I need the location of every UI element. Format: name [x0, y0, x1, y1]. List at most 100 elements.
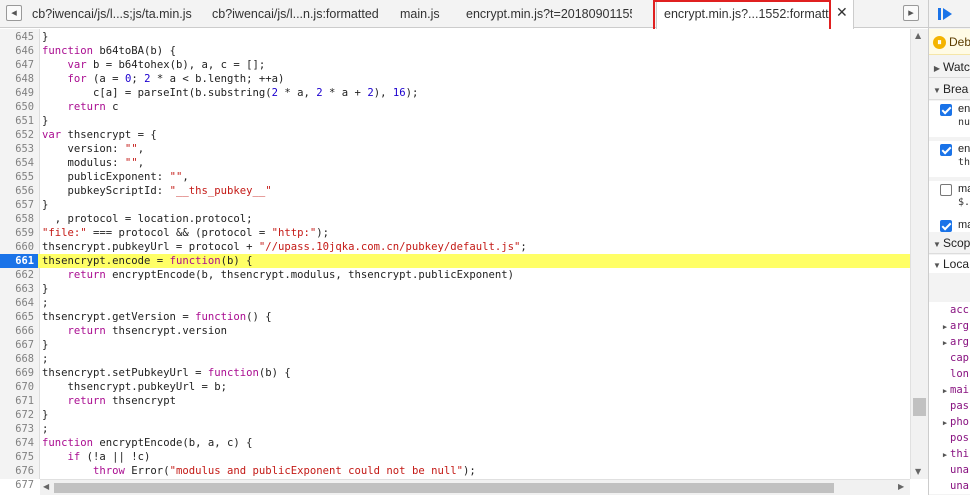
scope-variable-name: mai	[950, 384, 969, 396]
line-number[interactable]: 645	[0, 30, 38, 44]
breakpoint-file: ma	[958, 219, 970, 231]
scope-variable[interactable]: cap	[929, 350, 970, 366]
close-tab-icon[interactable]: ✕	[836, 0, 848, 26]
scope-variable[interactable]: ▶ arg	[929, 334, 970, 350]
code-line: 664;	[0, 296, 910, 310]
scope-variable[interactable]: pas	[929, 398, 970, 414]
breakpoint-file: ma	[958, 183, 970, 195]
scope-variable[interactable]: lon	[929, 366, 970, 382]
code-line: 659 "file:" === protocol && (protocol = "…	[0, 226, 910, 240]
line-number[interactable]: 671	[0, 394, 38, 408]
code-text: var thsencrypt = {	[42, 129, 157, 141]
local-scope-header[interactable]: ▼ Loca	[929, 255, 970, 273]
breakpoint-checkbox[interactable]	[940, 144, 952, 156]
line-number[interactable]: 673	[0, 422, 38, 436]
line-number[interactable]: 664	[0, 296, 38, 310]
line-number[interactable]: 668	[0, 352, 38, 366]
expanded-arrow-icon: ▼	[933, 86, 941, 95]
code-text: }	[42, 31, 49, 43]
line-number[interactable]: 661	[0, 254, 38, 268]
watch-section-header[interactable]: ▶ Watc	[929, 56, 970, 78]
code-line: 656 pubkeyScriptId: "__ths_pubkey__"	[0, 184, 910, 198]
scope-label: Scop	[943, 236, 970, 250]
scope-variable-name: arg	[950, 320, 969, 332]
scope-variable[interactable]: pos	[929, 430, 970, 446]
line-number[interactable]: 660	[0, 240, 38, 254]
horizontal-scroll-thumb[interactable]	[54, 483, 834, 493]
code-editor[interactable]: 645} 646 function b64toBA(b) {647 var b = …	[0, 29, 928, 495]
breakpoint-checkbox[interactable]	[940, 220, 952, 232]
tab-formatted-js[interactable]: cb?iwencai/js/l...n.js:formatted	[212, 0, 388, 28]
breakpoint-item[interactable]: en th	[929, 141, 970, 177]
scope-variable[interactable]: ▶ mai	[929, 382, 970, 398]
scope-variable[interactable]: ▶ pho	[929, 414, 970, 430]
line-number[interactable]: 670	[0, 380, 38, 394]
line-number[interactable]: 665	[0, 310, 38, 324]
scope-variable[interactable]: acc	[929, 302, 970, 318]
code-line: 667}	[0, 338, 910, 352]
toggle-debugger-icon[interactable]: ▸	[903, 5, 919, 21]
line-number[interactable]: 658	[0, 212, 38, 226]
code-text: ;	[42, 297, 49, 309]
line-number[interactable]: 652	[0, 128, 38, 142]
scope-variable[interactable]: ▶ arg	[929, 318, 970, 334]
line-number[interactable]: 666	[0, 324, 38, 338]
line-number[interactable]: 648	[0, 72, 38, 86]
line-number[interactable]: 676	[0, 464, 38, 478]
code-text: "file:" === protocol && (protocol = "htt…	[42, 227, 330, 239]
local-label: Loca	[943, 257, 970, 271]
line-number[interactable]: 657	[0, 198, 38, 212]
line-number[interactable]: 677	[0, 478, 38, 492]
tab-encrypt-min-js[interactable]: encrypt.min.js?t=201809011552	[466, 0, 646, 28]
line-number[interactable]: 663	[0, 282, 38, 296]
line-number[interactable]: 649	[0, 86, 38, 100]
code-line: 653 version: "",	[0, 142, 910, 156]
line-number[interactable]: 655	[0, 170, 38, 184]
line-number[interactable]: 646	[0, 44, 38, 58]
line-number[interactable]: 669	[0, 366, 38, 380]
tab-encrypt-formatted[interactable]: encrypt.min.js?...1552:formatted	[656, 0, 854, 29]
line-number[interactable]: 651	[0, 114, 38, 128]
line-number[interactable]: 654	[0, 156, 38, 170]
horizontal-scrollbar[interactable]: ◀ ▶	[40, 479, 910, 495]
scope-variable-name: thi	[950, 448, 969, 460]
line-number[interactable]: 653	[0, 142, 38, 156]
scope-variable-name: una	[950, 480, 969, 492]
line-number[interactable]: 656	[0, 184, 38, 198]
code-line: 655 publicExponent: "",	[0, 170, 910, 184]
resume-icon[interactable]	[937, 6, 953, 22]
breakpoint-checkbox[interactable]	[940, 184, 952, 196]
scroll-down-icon[interactable]: ▼	[915, 467, 921, 476]
scope-variable[interactable]: una	[929, 462, 970, 478]
line-number[interactable]: 674	[0, 436, 38, 450]
breakpoints-section-header[interactable]: ▼ Brea	[929, 78, 970, 100]
scope-variable-name: acc	[950, 304, 969, 316]
line-number[interactable]: 667	[0, 338, 38, 352]
scroll-up-icon[interactable]: ▲	[915, 31, 921, 40]
line-number[interactable]: 672	[0, 408, 38, 422]
code-text: }	[42, 199, 49, 211]
code-line: 652 var thsencrypt = {	[0, 128, 910, 142]
scope-section-header[interactable]: ▼ Scop	[929, 232, 970, 254]
breakpoint-checkbox[interactable]	[940, 104, 952, 116]
scroll-left-icon[interactable]: ◀	[43, 482, 49, 491]
line-number[interactable]: 675	[0, 450, 38, 464]
line-number[interactable]: 647	[0, 58, 38, 72]
scope-variable[interactable]: ▶ thi	[929, 446, 970, 462]
breakpoint-file: en	[958, 143, 970, 155]
line-number[interactable]: 650	[0, 100, 38, 114]
code-text: return thsencrypt.version	[67, 325, 227, 337]
scroll-right-icon[interactable]: ▶	[898, 482, 904, 491]
scope-variable[interactable]: una	[929, 478, 970, 494]
tab-main-js[interactable]: main.js	[400, 0, 450, 28]
breakpoint-item[interactable]: en nu	[929, 101, 970, 137]
vertical-scrollbar[interactable]: ▲ ▼	[910, 29, 928, 479]
toggle-navigator-icon[interactable]: ◂	[6, 5, 22, 21]
code-line: 648 for (a = 0; 2 * a < b.length; ++a)	[0, 72, 910, 86]
vertical-scroll-thumb[interactable]	[913, 398, 926, 416]
line-number[interactable]: 659	[0, 226, 38, 240]
tab-ta-min-js[interactable]: cb?iwencai/js/l...s;js/ta.min.js	[32, 0, 202, 28]
code-line: 657}	[0, 198, 910, 212]
line-number[interactable]: 662	[0, 268, 38, 282]
breakpoint-item[interactable]: ma $.	[929, 181, 970, 217]
